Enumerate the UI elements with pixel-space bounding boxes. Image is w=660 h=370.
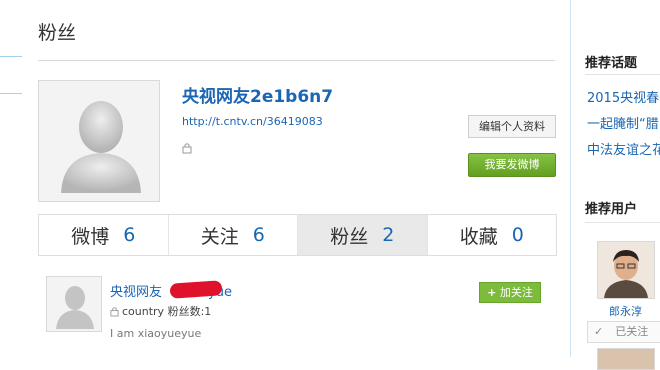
fan-bio: I am xiaoyueyue <box>110 327 202 340</box>
followed-label: 已关注 <box>615 325 649 338</box>
tab-label: 微博 <box>71 225 110 248</box>
fan-meta-text: country 粉丝数:1 <box>122 305 212 318</box>
rail-divider <box>0 93 22 94</box>
main-content: 粉丝 央视网友2e1b6n7 http://t.cntv.cn/36419083… <box>22 0 570 357</box>
topic-link[interactable]: 中法友谊之花 <box>587 139 660 158</box>
lock-icon <box>110 306 119 316</box>
recommended-user-name[interactable]: 郎永淳 <box>609 303 642 319</box>
follow-button[interactable]: + 加关注 <box>479 282 541 303</box>
post-weibo-button[interactable]: 我要发微博 <box>468 153 556 177</box>
tab-favorites[interactable]: 收藏 0 <box>428 215 557 255</box>
recommended-topics-heading: 推荐话题 <box>585 56 638 71</box>
rail-divider <box>0 56 22 57</box>
edit-profile-button[interactable]: 编辑个人资料 <box>468 115 556 138</box>
recommended-user-avatar[interactable] <box>597 348 655 370</box>
tab-weibo[interactable]: 微博 6 <box>39 215 169 255</box>
tab-count: 6 <box>123 224 136 246</box>
page-title: 粉丝 <box>38 22 77 44</box>
sidebar: 推荐话题 2015央视春晚 一起腌制“腊 中法友谊之花 推荐用户 郎永淳 ✓ 已关… <box>570 0 660 370</box>
follow-label: 加关注 <box>499 286 533 299</box>
profile-avatar[interactable] <box>38 80 160 202</box>
check-icon: ✓ <box>594 325 604 338</box>
profile-tabs: 微博 6 关注 6 粉丝 2 收藏 0 <box>38 214 557 256</box>
followed-button[interactable]: ✓ 已关注 <box>587 321 660 343</box>
tab-label: 粉丝 <box>330 225 369 248</box>
title-divider <box>38 60 555 61</box>
fan-meta: country 粉丝数:1 <box>110 303 211 319</box>
tab-count: 6 <box>252 224 265 246</box>
user-photo-icon <box>598 242 654 298</box>
tab-label: 关注 <box>200 225 239 248</box>
lock-icon <box>182 143 192 154</box>
fan-name-prefix: 央视网友 <box>110 285 163 300</box>
profile-url[interactable]: http://t.cntv.cn/36419083 <box>182 115 323 128</box>
sidebar-divider <box>585 222 660 223</box>
tab-label: 收藏 <box>459 225 498 248</box>
fan-avatar[interactable] <box>46 276 102 332</box>
topic-link[interactable]: 2015央视春晚 <box>587 87 660 106</box>
tab-fans[interactable]: 粉丝 2 <box>298 215 428 255</box>
left-rail <box>0 0 22 357</box>
default-avatar-icon <box>56 286 94 329</box>
tab-following[interactable]: 关注 6 <box>169 215 298 255</box>
tab-count: 2 <box>382 224 395 246</box>
sidebar-divider <box>585 74 660 75</box>
topic-link[interactable]: 一起腌制“腊 <box>587 113 659 132</box>
recommended-user-avatar[interactable] <box>597 241 655 299</box>
recommended-users-heading: 推荐用户 <box>585 202 638 217</box>
default-avatar-icon <box>61 101 141 193</box>
profile-username[interactable]: 央视网友2e1b6n7 <box>182 82 333 107</box>
plus-icon: + <box>487 286 497 299</box>
tab-count: 0 <box>511 224 524 246</box>
